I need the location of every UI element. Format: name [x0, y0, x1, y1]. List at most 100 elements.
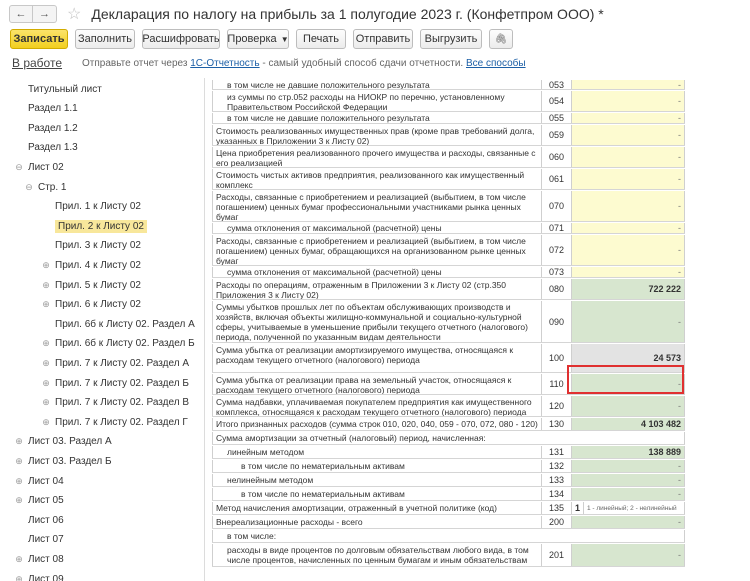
- row-description: сумма отклонения от максимальной (расчет…: [212, 223, 542, 233]
- tree-item[interactable]: ⊕ Прил. 4 к Листу 02: [40, 256, 141, 274]
- row-value-cell[interactable]: -: [572, 488, 685, 500]
- star-icon[interactable]: ☆: [67, 4, 81, 24]
- page-title: Декларация по налогу на прибыль за 1 пол…: [91, 6, 604, 22]
- export-button[interactable]: Выгрузить: [420, 29, 482, 49]
- expand-icon[interactable]: ⊕: [13, 436, 25, 447]
- table-row: Сумма амортизации за отчетный (налоговый…: [212, 432, 685, 445]
- row-value-cell[interactable]: -: [572, 235, 685, 265]
- method-code-cell[interactable]: 11 - линейный; 2 - нелинейный: [572, 502, 685, 514]
- tree-item[interactable]: Раздел 1.1: [13, 100, 78, 118]
- tree-item-label: Титульный лист: [28, 83, 102, 95]
- fill-button[interactable]: Заполнить: [75, 29, 135, 49]
- expand-icon[interactable]: ⊕: [40, 397, 52, 408]
- expand-icon[interactable]: ⊕: [40, 299, 52, 310]
- tree-item[interactable]: ⊕ Прил. 7 к Листу 02. Раздел В: [40, 394, 189, 412]
- expand-icon[interactable]: ⊕: [13, 554, 25, 565]
- expand-icon[interactable]: ⊕: [13, 574, 25, 581]
- tree-item[interactable]: ⊕ Лист 03. Раздел Б: [13, 452, 111, 470]
- row-value-cell[interactable]: -: [572, 223, 685, 233]
- row-value-cell[interactable]: 722 222: [572, 279, 685, 299]
- row-value-cell[interactable]: -: [572, 147, 685, 167]
- row-description: Расходы по операциям, отраженным в Прило…: [212, 279, 542, 299]
- print-button[interactable]: Печать: [296, 29, 346, 49]
- attach-button[interactable]: 🖇: [489, 29, 513, 49]
- collapse-icon[interactable]: ⊖: [13, 162, 25, 173]
- tree-item-label: Прил. 4 к Листу 02: [55, 259, 141, 271]
- row-description: Расходы, связанные с приобретением и реа…: [212, 235, 542, 265]
- row-value-cell[interactable]: -: [572, 544, 685, 566]
- collapse-icon[interactable]: ⊖: [23, 182, 35, 193]
- tree-item[interactable]: ⊕ Лист 09: [13, 570, 63, 581]
- row-value-cell[interactable]: -: [572, 113, 685, 123]
- tree-item[interactable]: Прил. 3 к Листу 02: [40, 237, 141, 255]
- tree-item[interactable]: ⊖ Лист 02: [13, 158, 64, 176]
- row-description: из суммы по стр.052 расходы на НИОКР по …: [212, 91, 542, 111]
- row-value-cell[interactable]: -: [572, 125, 685, 145]
- tree-item[interactable]: ⊕ Прил. 6 к Листу 02: [40, 296, 141, 314]
- tree-item[interactable]: ⊕ Прил. 7 к Листу 02. Раздел Б: [40, 374, 189, 392]
- tree-item[interactable]: Раздел 1.3: [13, 139, 78, 157]
- check-dropdown-button[interactable]: Проверка ▼: [227, 29, 289, 49]
- expand-icon[interactable]: ⊕: [40, 280, 52, 291]
- tree-item[interactable]: Титульный лист: [13, 80, 102, 98]
- tree-item[interactable]: Прил. 2 к Листу 02: [40, 217, 147, 235]
- expand-icon[interactable]: ⊕: [40, 260, 52, 271]
- expand-icon[interactable]: ⊕: [40, 358, 52, 369]
- row-value-cell[interactable]: -: [572, 80, 685, 90]
- row-value-cell[interactable]: -: [572, 169, 685, 189]
- tree-item[interactable]: Прил. 6б к Листу 02. Раздел А: [40, 315, 195, 333]
- back-button[interactable]: ←: [9, 5, 33, 23]
- expand-icon[interactable]: ⊕: [13, 495, 25, 506]
- row-value-cell[interactable]: -: [572, 91, 685, 111]
- row-value-cell[interactable]: 4 103 482: [572, 418, 685, 430]
- table-row: сумма отклонения от максимальной (расчет…: [212, 223, 685, 234]
- expand-icon[interactable]: ⊕: [40, 378, 52, 389]
- send-button[interactable]: Отправить: [353, 29, 413, 49]
- row-value-cell[interactable]: -: [572, 474, 685, 486]
- row-value-cell[interactable]: -: [572, 460, 685, 472]
- tree-item-label: Лист 02: [28, 161, 64, 173]
- tree-item[interactable]: ⊕ Прил. 7 к Листу 02. Раздел Г: [40, 413, 188, 431]
- focused-cell-frame: [567, 365, 684, 394]
- row-value-cell[interactable]: -: [572, 516, 685, 528]
- all-methods-link[interactable]: Все способы: [466, 58, 526, 69]
- expand-icon[interactable]: ⊕: [40, 338, 52, 349]
- tree-item-label: Прил. 6б к Листу 02. Раздел А: [55, 318, 195, 330]
- tree-item[interactable]: ⊕ Лист 05: [13, 492, 63, 510]
- tree-item[interactable]: ⊕ Прил. 5 к Листу 02: [40, 276, 141, 294]
- in-work-link[interactable]: В работе: [12, 56, 62, 70]
- row-value-cell[interactable]: -: [572, 301, 685, 342]
- row-description: нелинейным методом: [212, 474, 542, 486]
- tree-item-label: Раздел 1.1: [28, 103, 78, 115]
- send-hint: Отправьте отчет через 1С-Отчетность - са…: [82, 58, 526, 69]
- expand-icon[interactable]: ⊕: [13, 476, 25, 487]
- row-value-cell[interactable]: 138 889: [572, 446, 685, 458]
- method-code-value[interactable]: 1: [572, 502, 584, 514]
- forward-button[interactable]: →: [33, 5, 57, 23]
- row-value-cell[interactable]: -: [572, 191, 685, 221]
- tree-item[interactable]: ⊕ Лист 03. Раздел А: [13, 433, 111, 451]
- 1c-reporting-link[interactable]: 1С-Отчетность: [190, 58, 259, 69]
- row-value-cell[interactable]: -: [572, 267, 685, 277]
- arrow-right-icon: →: [39, 8, 50, 20]
- tree-item[interactable]: Лист 06: [13, 511, 64, 529]
- decode-button[interactable]: Расшифровать: [142, 29, 220, 49]
- row-value-cell[interactable]: -: [572, 396, 685, 416]
- tree-item-label: Прил. 7 к Листу 02. Раздел Г: [55, 416, 188, 428]
- tree-item[interactable]: Лист 07: [13, 531, 64, 549]
- tree-item[interactable]: ⊕ Лист 08: [13, 550, 63, 568]
- record-button[interactable]: Записать: [10, 29, 68, 49]
- tree-item[interactable]: Прил. 1 к Листу 02: [40, 198, 141, 216]
- table-row: Внереализационные расходы - всего 200-: [212, 516, 685, 529]
- table-row: Стоимость чистых активов предприятия, ре…: [212, 169, 685, 190]
- check-button-label: Проверка: [227, 33, 277, 45]
- tree-item[interactable]: ⊖ Стр. 1: [23, 178, 66, 196]
- tree-item[interactable]: ⊕ Прил. 7 к Листу 02. Раздел А: [40, 354, 189, 372]
- tree-item[interactable]: ⊕ Прил. 6б к Листу 02. Раздел Б: [40, 335, 194, 353]
- tree-item-label: Прил. 2 к Листу 02: [55, 219, 147, 233]
- expand-icon[interactable]: ⊕: [40, 417, 52, 428]
- expand-icon[interactable]: ⊕: [13, 456, 25, 467]
- tree-item[interactable]: Раздел 1.2: [13, 119, 78, 137]
- row-code: 061: [542, 169, 572, 189]
- tree-item[interactable]: ⊕ Лист 04: [13, 472, 63, 490]
